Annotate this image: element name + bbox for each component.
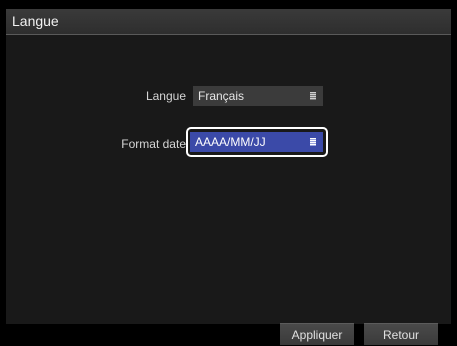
window-title: Langue: [12, 13, 59, 29]
back-button[interactable]: Retour: [364, 323, 438, 345]
date-format-select[interactable]: AAAA/MM/JJ: [190, 132, 323, 152]
apply-button[interactable]: Appliquer: [280, 323, 354, 345]
language-select[interactable]: Français: [193, 86, 323, 106]
date-format-value: AAAA/MM/JJ: [195, 135, 266, 149]
title-bar: Langue: [6, 9, 451, 35]
settings-panel: [6, 35, 451, 324]
dropdown-icon: [310, 92, 316, 100]
language-value: Français: [198, 89, 245, 103]
dropdown-icon: [310, 138, 316, 146]
language-label: Langue: [145, 89, 186, 103]
screen: Langue Langue Français Format date AAAA/…: [0, 0, 457, 346]
date-format-label: Format date: [121, 137, 186, 151]
